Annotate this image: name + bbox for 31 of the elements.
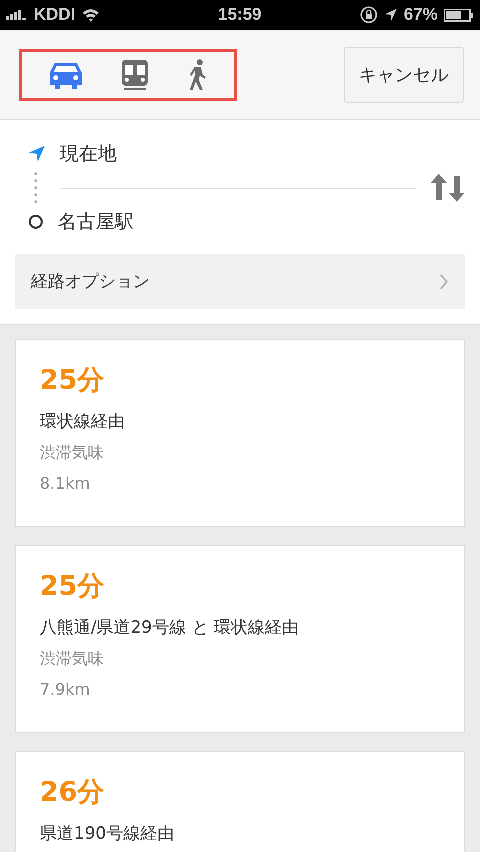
cancel-button[interactable]: キャンセル [344,46,464,102]
traffic-status: 渋滞気味 [40,443,105,464]
clock-time: 15:59 [218,5,262,25]
location-arrow-icon [28,145,46,163]
battery-icon [444,8,474,22]
route-duration: 26分 [40,776,106,810]
destination-field[interactable]: 名古屋駅 [58,209,134,235]
route-via: 県道190号線経由 [40,823,176,845]
route-via: 八熊通/県道29号線 と 環状線経由 [40,617,300,639]
route-options-button[interactable]: 経路オプション [15,254,465,309]
route-card[interactable]: 25分 八熊通/県道29号線 と 環状線経由 渋滞気味 7.9km [15,545,465,733]
traffic-status: 渋滞気味 [40,649,105,670]
route-duration: 25分 [40,364,106,398]
train-icon [120,58,149,90]
signal-icon [6,10,28,20]
wifi-icon [82,8,100,22]
dotted-line-icon [34,172,38,204]
chevron-right-icon [439,274,449,290]
route-via: 環状線経由 [40,411,126,433]
carrier-name: KDDI [34,5,76,25]
route-duration: 25分 [40,570,106,604]
battery-percent: 67% [404,5,438,25]
origin-field[interactable]: 現在地 [60,141,117,167]
location-icon [384,8,398,22]
destination-circle-icon [28,214,44,230]
route-distance: 7.9km [40,680,92,699]
swap-arrows-icon[interactable] [430,174,466,202]
route-card[interactable]: 26分 県道190号線経由 [15,751,465,852]
rotation-lock-icon [360,6,378,24]
route-distance: 8.1km [40,474,92,493]
route-card[interactable]: 25分 環状線経由 渋滞気味 8.1km [15,339,465,527]
